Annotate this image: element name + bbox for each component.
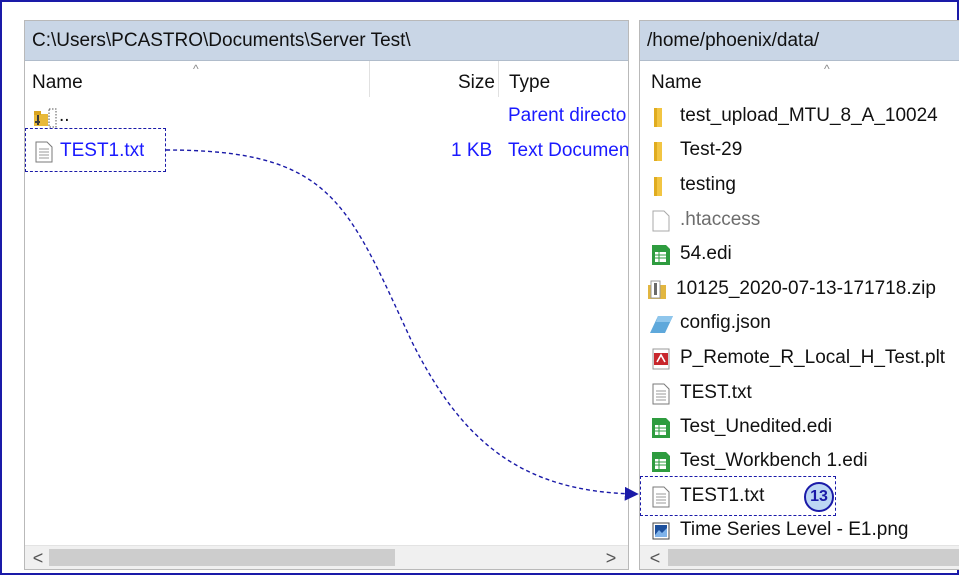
file-name: Test_Workbench 1.edi [680,450,868,471]
file-type: Text Documen [508,140,629,161]
edi-file-icon [650,451,672,473]
list-item[interactable]: TEST.txt [640,376,959,410]
remote-horizontal-scrollbar[interactable]: < [640,545,959,569]
local-column-headers: Name ^ Size Type [25,61,628,97]
list-item[interactable]: testing [640,168,959,202]
edi-file-icon [650,417,672,439]
scrollbar-thumb[interactable] [49,549,395,566]
image-file-icon [650,520,672,542]
file-name: test_upload_MTU_8_A_10024 [680,105,938,126]
scroll-left-arrow-icon[interactable]: < [27,546,49,569]
local-path-bar[interactable]: C:\Users\PCASTRO\Documents\Server Test\ [25,21,628,61]
local-file-pane[interactable]: C:\Users\PCASTRO\Documents\Server Test\ … [24,20,629,570]
column-header-name[interactable]: Name [651,61,702,97]
file-size: 1 KB [451,140,493,161]
parent-directory-type: Parent directo [508,105,627,126]
zip-file-icon [646,279,668,301]
file-name: config.json [680,312,771,333]
local-horizontal-scrollbar[interactable]: < > [25,545,628,569]
list-item[interactable]: 10125_2020-07-13-171718.zip [640,272,959,306]
list-item[interactable]: 54.edi [640,237,959,271]
pdf-file-icon [650,348,672,370]
source-selection-highlight [25,128,166,172]
file-name: 10125_2020-07-13-171718.zip [676,278,936,299]
annotated-screenshot-frame: C:\Users\PCASTRO\Documents\Server Test\ … [0,0,959,575]
file-name: Test-29 [680,139,743,160]
scrollbar-thumb[interactable] [668,549,959,566]
column-header-type[interactable]: Type [498,61,550,97]
list-item[interactable]: config.json [640,306,959,340]
blank-file-icon [650,210,672,232]
list-item[interactable]: test_upload_MTU_8_A_10024 [640,99,959,133]
column-header-size[interactable]: Size [458,61,495,97]
folder-icon [650,106,672,128]
file-name: TEST.txt [680,382,752,403]
column-divider[interactable] [369,61,370,97]
list-item[interactable]: Test_Workbench 1.edi [640,444,959,478]
file-name: Test_Unedited.edi [680,416,833,437]
remote-path-bar[interactable]: /home/phoenix/data/ [640,21,959,61]
scroll-right-arrow-icon[interactable]: > [600,546,622,569]
list-item[interactable]: P_Remote_R_Local_H_Test.plt [640,341,959,375]
list-item[interactable]: Test-29 [640,133,959,167]
column-header-name[interactable]: Name [32,61,83,97]
file-name: P_Remote_R_Local_H_Test.plt [680,347,946,368]
step-number-badge: 13 [804,482,834,512]
list-item[interactable]: Time Series Level - E1.png [640,513,959,547]
json-file-icon [648,313,673,335]
folder-icon [650,175,672,197]
file-name: .htaccess [680,209,761,230]
parent-folder-icon [33,105,57,128]
folder-icon [650,140,672,162]
sort-ascending-icon: ^ [193,62,199,76]
remote-column-headers: Name ^ [640,61,959,97]
file-name: testing [680,174,736,195]
file-name: Time Series Level - E1.png [680,519,909,540]
edi-file-icon [650,244,672,266]
list-item[interactable]: Test_Unedited.edi [640,410,959,444]
sort-ascending-icon: ^ [824,62,830,76]
scroll-left-arrow-icon[interactable]: < [644,546,666,569]
file-name: 54.edi [680,243,732,264]
text-file-icon [650,383,672,405]
list-item[interactable]: .htaccess [640,203,959,237]
